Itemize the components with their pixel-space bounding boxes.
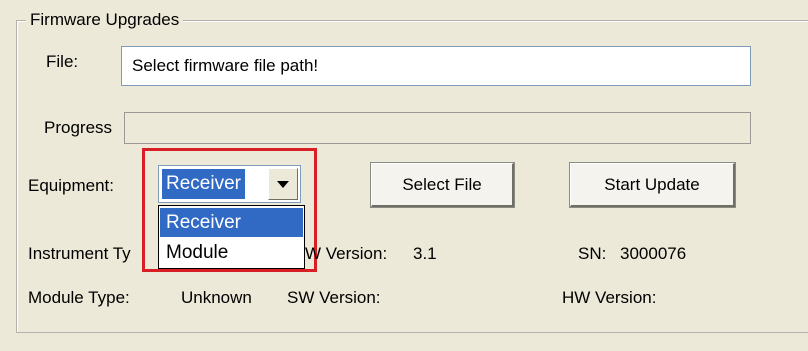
module-type-value: Unknown — [181, 288, 252, 307]
start-update-button[interactable]: Start Update — [569, 162, 736, 208]
equipment-dropdown-list: Receiver Module — [158, 205, 305, 269]
sw-version-value: 3.1 — [413, 244, 437, 263]
progress-bar — [124, 112, 751, 144]
dropdown-button[interactable] — [268, 168, 298, 200]
sn-label: SN: — [578, 244, 607, 263]
chevron-down-icon — [277, 180, 289, 188]
equipment-selected-value: Receiver — [162, 169, 245, 199]
dropdown-option-module[interactable]: Module — [160, 238, 303, 267]
sn-value: 3000076 — [620, 244, 687, 263]
equipment-label: Equipment: — [28, 176, 114, 195]
equipment-select[interactable]: Receiver — [158, 165, 301, 203]
module-sw-version-label: SW Version: — [287, 288, 381, 307]
module-type-label: Module Type: — [28, 288, 130, 307]
sw-version-label: W Version: — [305, 244, 388, 263]
progress-label: Progress — [44, 118, 113, 137]
hw-version-label: HW Version: — [562, 288, 657, 307]
dropdown-option-receiver[interactable]: Receiver — [160, 208, 303, 237]
group-title: Firmware Upgrades — [26, 10, 184, 30]
file-label: File: — [46, 52, 79, 71]
instrument-type-label: Instrument Ty — [28, 244, 131, 263]
select-file-button[interactable]: Select File — [370, 162, 515, 208]
file-path-field[interactable]: Select firmware file path! — [121, 46, 751, 86]
